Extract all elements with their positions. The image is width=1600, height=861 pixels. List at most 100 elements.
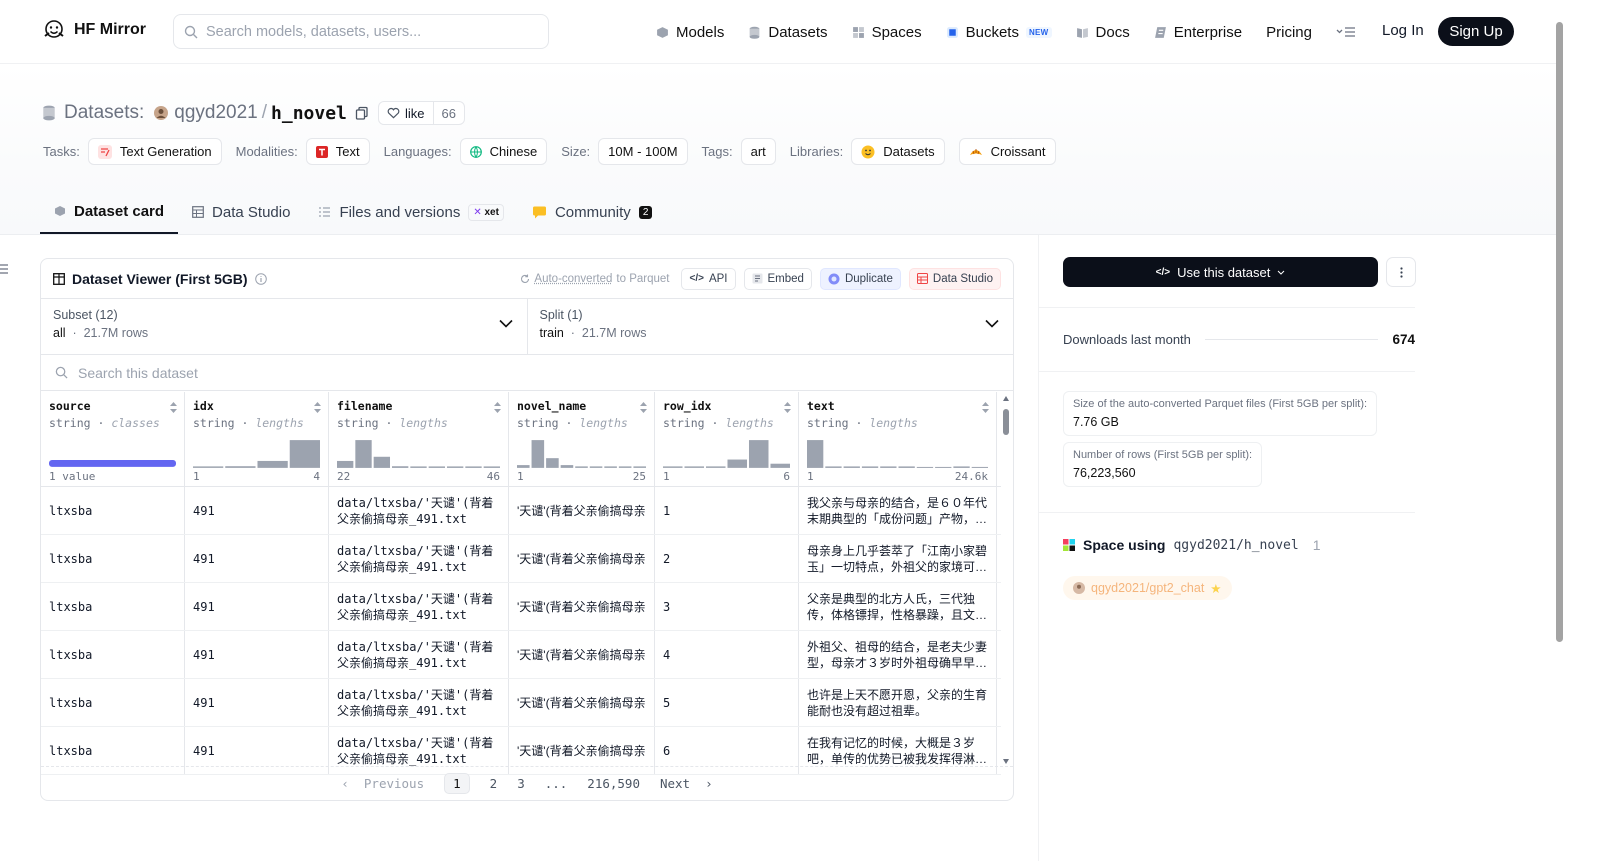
histogram-bar[interactable] xyxy=(531,440,545,468)
cell-novel-name[interactable]: '天谴'(背着父亲偷搞母亲 xyxy=(509,679,655,726)
histogram-bar[interactable] xyxy=(604,466,617,468)
nav-pricing[interactable]: Pricing xyxy=(1266,24,1312,41)
sort-icon[interactable] xyxy=(981,401,990,414)
cell-idx[interactable]: 491 xyxy=(185,631,329,678)
cell-source[interactable]: ltxsba xyxy=(41,679,185,726)
tag-croissant[interactable]: Croissant xyxy=(958,138,1056,165)
auto-converted-note[interactable]: Auto-converted to Parquet xyxy=(520,273,669,285)
column-header-text[interactable]: text string · lengths 1 24.6k xyxy=(799,392,997,486)
table-row[interactable]: ltxsba 491 data/ltxsba/'天谴'(背着父亲偷搞母亲_491.t… xyxy=(41,535,1001,583)
histogram-bar[interactable] xyxy=(446,466,464,468)
dataset-name[interactable]: h_novel xyxy=(271,103,347,124)
page-1-button[interactable]: 1 xyxy=(444,773,470,794)
histogram-bar[interactable] xyxy=(483,466,500,468)
copy-icon[interactable] xyxy=(355,106,369,120)
brand-logo[interactable]: HF Mirror xyxy=(42,18,146,42)
column-histogram[interactable] xyxy=(49,438,176,468)
page-2-button[interactable]: 2 xyxy=(490,776,498,791)
login-link[interactable]: Log In xyxy=(1382,22,1424,39)
api-button[interactable]: </> API xyxy=(681,267,736,290)
tag-chinese[interactable]: Chinese xyxy=(459,138,548,165)
histogram-bar[interactable] xyxy=(663,466,683,468)
nav-docs[interactable]: Docs xyxy=(1076,24,1130,41)
histogram-bar[interactable] xyxy=(898,466,915,468)
cell-source[interactable]: ltxsba xyxy=(41,631,185,678)
like-toggle[interactable]: like xyxy=(379,102,434,124)
cell-text[interactable]: 外祖父、祖母的结合，是老夫少妻型，母亲才３岁时外祖母确早早去世 xyxy=(799,631,997,678)
histogram-bar[interactable] xyxy=(843,466,860,468)
table-scrollbar[interactable] xyxy=(1002,395,1010,765)
table-row[interactable]: ltxsba 491 data/ltxsba/'天谴'(背着父亲偷搞母亲_491.t… xyxy=(41,487,1001,535)
tag-art[interactable]: art xyxy=(740,138,776,165)
page-scrollbar[interactable] xyxy=(1556,0,1568,861)
tag-text[interactable]: Text xyxy=(305,138,370,165)
duplicate-button[interactable]: Duplicate xyxy=(819,267,901,290)
column-histogram[interactable] xyxy=(337,438,500,468)
space-item-gpt2-chat[interactable]: qgyd2021/gpt2_chat ★ xyxy=(1063,576,1232,600)
histogram-bar[interactable] xyxy=(935,466,952,468)
sort-icon[interactable] xyxy=(493,401,502,414)
histogram-bar[interactable] xyxy=(546,458,559,468)
page-scrollbar-thumb[interactable] xyxy=(1556,22,1563,642)
cell-idx[interactable]: 491 xyxy=(185,535,329,582)
like-button[interactable]: like 66 xyxy=(378,101,465,125)
sort-icon[interactable] xyxy=(313,401,322,414)
tab-dataset-card[interactable]: Dataset card xyxy=(40,190,179,234)
cell-text[interactable]: 也许是上天不愿开恩，父亲的生育能耐也没有超过祖辈。 xyxy=(799,679,997,726)
histogram-bar[interactable] xyxy=(971,466,988,468)
histogram-bar[interactable] xyxy=(807,440,824,468)
section-label[interactable]: Datasets: xyxy=(64,102,144,124)
tag-size[interactable]: 10M - 100M xyxy=(598,138,688,165)
previous-page-button[interactable]: ‹ Previous xyxy=(341,776,424,791)
histogram-bar[interactable] xyxy=(428,466,446,468)
side-menu-icon[interactable] xyxy=(0,264,9,274)
column-histogram[interactable] xyxy=(517,438,646,468)
cell-text[interactable]: 母亲身上几乎荟萃了「江南小家碧玉」一切特点，外祖父的家境可谓殷实 xyxy=(799,535,997,582)
tab-files-and-versions[interactable]: Files and versions ✕ xet xyxy=(304,190,518,234)
use-this-dataset-button[interactable]: </> Use this dataset xyxy=(1063,257,1378,287)
histogram-bar[interactable] xyxy=(465,466,482,468)
page-3-button[interactable]: 3 xyxy=(517,776,525,791)
sort-icon[interactable] xyxy=(169,401,178,414)
column-header-idx[interactable]: idx string · lengths 1 4 xyxy=(185,392,329,486)
histogram-bar[interactable] xyxy=(618,466,632,468)
next-page-button[interactable]: Next › xyxy=(660,776,713,791)
histogram-bar[interactable] xyxy=(684,466,705,468)
auto-converted-link[interactable]: Auto-converted xyxy=(534,273,612,285)
histogram-bar[interactable] xyxy=(727,459,748,468)
column-histogram[interactable] xyxy=(663,438,790,468)
nav-enterprise[interactable]: Enterprise xyxy=(1154,24,1242,41)
histogram-bar[interactable] xyxy=(953,466,970,468)
histogram-bar[interactable] xyxy=(560,465,574,468)
cell-filename[interactable]: data/ltxsba/'天谴'(背着父亲偷搞母亲_491.txt xyxy=(329,535,509,582)
column-header-source[interactable]: source string · classes 1 value xyxy=(41,392,185,486)
split-select[interactable]: Split (1) train · 21.7M rows xyxy=(526,299,1014,354)
cell-novel-name[interactable]: '天谴'(背着父亲偷搞母亲 xyxy=(509,487,655,534)
like-count[interactable]: 66 xyxy=(434,106,464,121)
histogram-bar[interactable] xyxy=(861,466,879,468)
tab-data-studio[interactable]: Data Studio xyxy=(178,190,304,234)
cell-novel-name[interactable]: '天谴'(背着父亲偷搞母亲 xyxy=(509,583,655,630)
column-histogram[interactable] xyxy=(193,438,320,468)
cell-novel-name[interactable]: '天谴'(背着父亲偷搞母亲 xyxy=(509,535,655,582)
table-row[interactable]: ltxsba 491 data/ltxsba/'天谴'(背着父亲偷搞母亲_491.t… xyxy=(41,631,1001,679)
nav-buckets[interactable]: Buckets NEW xyxy=(946,24,1052,41)
cell-idx[interactable]: 491 xyxy=(185,583,329,630)
cell-row-idx[interactable]: 4 xyxy=(655,631,799,678)
info-icon[interactable] xyxy=(254,272,267,285)
cell-source[interactable]: ltxsba xyxy=(41,487,185,534)
histogram-bar[interactable] xyxy=(289,440,320,468)
search-input[interactable]: Search models, datasets, users... xyxy=(173,14,549,49)
cell-filename[interactable]: data/ltxsba/'天谴'(背着父亲偷搞母亲_491.txt xyxy=(329,631,509,678)
nav-more-menu[interactable] xyxy=(1336,26,1356,38)
cell-source[interactable]: ltxsba xyxy=(41,583,185,630)
sort-icon[interactable] xyxy=(783,401,792,414)
cell-novel-name[interactable]: '天谴'(背着父亲偷搞母亲 xyxy=(509,631,655,678)
histogram-bar[interactable] xyxy=(355,440,372,468)
class-bar[interactable] xyxy=(49,459,176,467)
histogram-bar[interactable] xyxy=(373,456,391,468)
nav-spaces[interactable]: Spaces xyxy=(852,24,922,41)
column-header-novel-name[interactable]: novel_name string · lengths 1 25 xyxy=(509,392,655,486)
cell-source[interactable]: ltxsba xyxy=(41,535,185,582)
histogram-bar[interactable] xyxy=(880,466,897,468)
